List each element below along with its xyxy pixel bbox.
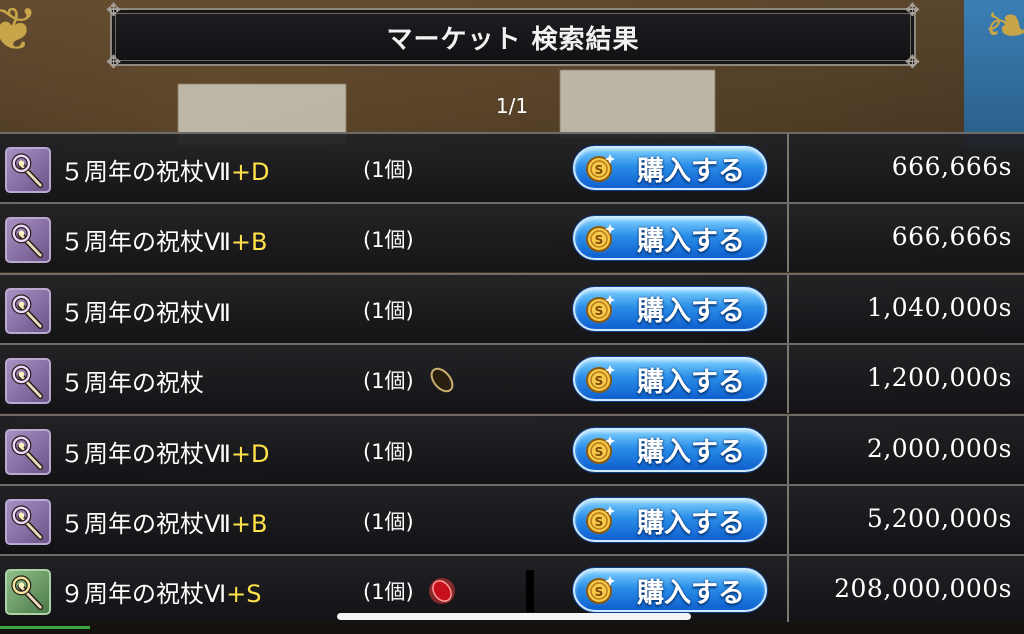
home-indicator[interactable] bbox=[337, 613, 691, 620]
buy-button[interactable]: S 購入する bbox=[573, 357, 767, 402]
item-name-text: ５周年の祝杖 bbox=[60, 369, 204, 398]
gold-ornament-icon: ❧ bbox=[983, 0, 1024, 61]
item-name: ５周年の祝杖Ⅶ+B bbox=[60, 504, 267, 539]
item-grade: +B bbox=[230, 228, 268, 257]
coin-icon: S bbox=[586, 365, 615, 394]
item-name-text: ５周年の祝杖Ⅶ bbox=[60, 158, 231, 186]
staff-icon[interactable] bbox=[5, 358, 51, 405]
buy-button-label: 購入する bbox=[637, 577, 745, 609]
svg-text:S: S bbox=[595, 445, 604, 459]
corner-ornament-icon: ✥ bbox=[904, 52, 920, 73]
buy-button[interactable]: S 購入する bbox=[573, 146, 767, 190]
staff-icon[interactable] bbox=[5, 217, 51, 264]
item-quantity: (1個) bbox=[363, 369, 414, 394]
title-bar: ✥ ✥ ✥ ✥ マーケット 検索結果 bbox=[106, 2, 920, 72]
item-quantity: (1個) bbox=[363, 228, 414, 253]
buy-button[interactable]: S 購入する bbox=[573, 286, 767, 331]
item-name-text: ５周年の祝杖Ⅶ bbox=[60, 510, 231, 538]
item-quantity: (1個) bbox=[363, 580, 414, 605]
coin-icon: S bbox=[586, 294, 615, 323]
item-name: ５周年の祝杖Ⅶ bbox=[60, 293, 231, 328]
buy-button[interactable]: S 購入する bbox=[573, 427, 767, 472]
buy-button-label: 購入する bbox=[637, 437, 745, 469]
column-divider bbox=[787, 415, 789, 484]
market-row: ５周年の祝杖Ⅶ+B (1個) S 購入する 666,666s bbox=[0, 202, 1024, 273]
item-name: ５周年の祝杖Ⅶ+D bbox=[60, 152, 269, 187]
market-row: ５周年の祝杖Ⅶ+D (1個) S 購入する 666,666s bbox=[0, 132, 1024, 202]
svg-text:S: S bbox=[595, 515, 604, 529]
column-divider bbox=[787, 134, 789, 202]
buy-button[interactable]: S 購入する bbox=[573, 216, 767, 261]
market-results-list: ５周年の祝杖Ⅶ+D (1個) S 購入する 666,666s ５周年の祝杖Ⅶ+B… bbox=[0, 132, 1024, 625]
seed-icon bbox=[426, 364, 458, 396]
buy-button-label: 購入する bbox=[637, 296, 745, 328]
item-quantity: (1個) bbox=[363, 439, 414, 464]
item-quantity: (1個) bbox=[363, 158, 414, 182]
item-price: 666,666s bbox=[891, 152, 1012, 181]
item-grade: +D bbox=[230, 439, 270, 468]
coin-icon: S bbox=[586, 435, 615, 464]
item-name: ９周年の祝杖Ⅵ+S bbox=[60, 574, 261, 609]
coin-icon: S bbox=[586, 154, 615, 182]
page-indicator: 1/1 bbox=[495, 94, 529, 118]
staff-icon[interactable] bbox=[5, 499, 51, 545]
item-name: ５周年の祝杖Ⅶ+D bbox=[60, 434, 269, 469]
item-name-text: ５周年の祝杖Ⅶ bbox=[60, 439, 231, 468]
svg-text:S: S bbox=[595, 304, 604, 318]
item-name-text: ９周年の祝杖Ⅵ bbox=[60, 580, 227, 609]
column-divider bbox=[787, 556, 789, 625]
progress-line bbox=[0, 626, 90, 629]
svg-text:S: S bbox=[595, 163, 604, 177]
item-name: ５周年の祝杖Ⅶ+B bbox=[60, 222, 267, 257]
svg-text:S: S bbox=[595, 585, 604, 599]
item-price: 1,040,000s bbox=[866, 292, 1012, 322]
item-grade: +S bbox=[226, 580, 262, 609]
market-row: ５周年の祝杖Ⅶ+B (1個) S 購入する 5,200,000s bbox=[0, 484, 1024, 554]
bottom-bar bbox=[0, 622, 1024, 634]
svg-text:S: S bbox=[595, 233, 604, 247]
corner-ornament-icon: ✥ bbox=[904, 0, 920, 21]
divider-mark bbox=[526, 570, 534, 612]
staff-icon[interactable] bbox=[5, 287, 51, 334]
staff-icon[interactable] bbox=[5, 428, 51, 475]
gold-ornament-icon: ❦ bbox=[0, 0, 39, 65]
corner-ornament-icon: ✥ bbox=[106, 0, 122, 21]
item-price: 1,200,000s bbox=[866, 363, 1012, 393]
coin-icon: S bbox=[586, 224, 615, 253]
item-price: 666,666s bbox=[891, 222, 1012, 252]
red-gem-icon bbox=[426, 575, 458, 607]
column-divider bbox=[787, 486, 789, 554]
svg-text:S: S bbox=[595, 374, 604, 388]
column-divider bbox=[787, 274, 789, 343]
buy-button-label: 購入する bbox=[637, 366, 745, 398]
buy-button-label: 購入する bbox=[637, 507, 745, 539]
column-divider bbox=[787, 204, 789, 273]
item-price: 2,000,000s bbox=[866, 433, 1012, 463]
column-divider bbox=[787, 345, 789, 414]
buy-button-label: 購入する bbox=[637, 225, 745, 257]
market-row: ５周年の祝杖 (1個) S 購入する 1,200,000s bbox=[0, 343, 1024, 414]
staff-icon[interactable] bbox=[5, 147, 51, 193]
corner-ornament-icon: ✥ bbox=[106, 52, 122, 73]
buy-button[interactable]: S 購入する bbox=[573, 568, 767, 613]
item-price: 208,000,000s bbox=[834, 574, 1012, 604]
buy-button-label: 購入する bbox=[637, 155, 745, 187]
coin-icon: S bbox=[586, 576, 615, 605]
coin-icon: S bbox=[586, 506, 615, 534]
item-name-text: ５周年の祝杖Ⅶ bbox=[60, 228, 231, 257]
buy-button[interactable]: S 購入する bbox=[573, 498, 767, 542]
item-grade: +D bbox=[230, 158, 270, 186]
staff-icon[interactable] bbox=[5, 569, 51, 616]
item-name-text: ５周年の祝杖Ⅶ bbox=[60, 298, 231, 327]
item-quantity: (1個) bbox=[363, 298, 414, 323]
item-quantity: (1個) bbox=[363, 510, 414, 534]
item-grade: +B bbox=[230, 510, 268, 538]
market-row: ５周年の祝杖Ⅶ (1個) S 購入する 1,040,000s bbox=[0, 272, 1024, 343]
item-name: ５周年の祝杖 bbox=[60, 363, 204, 398]
market-row: ５周年の祝杖Ⅶ+D (1個) S 購入する 2,000,000s bbox=[0, 413, 1024, 484]
item-price: 5,200,000s bbox=[866, 504, 1012, 533]
page-title: マーケット 検索結果 bbox=[386, 24, 640, 55]
